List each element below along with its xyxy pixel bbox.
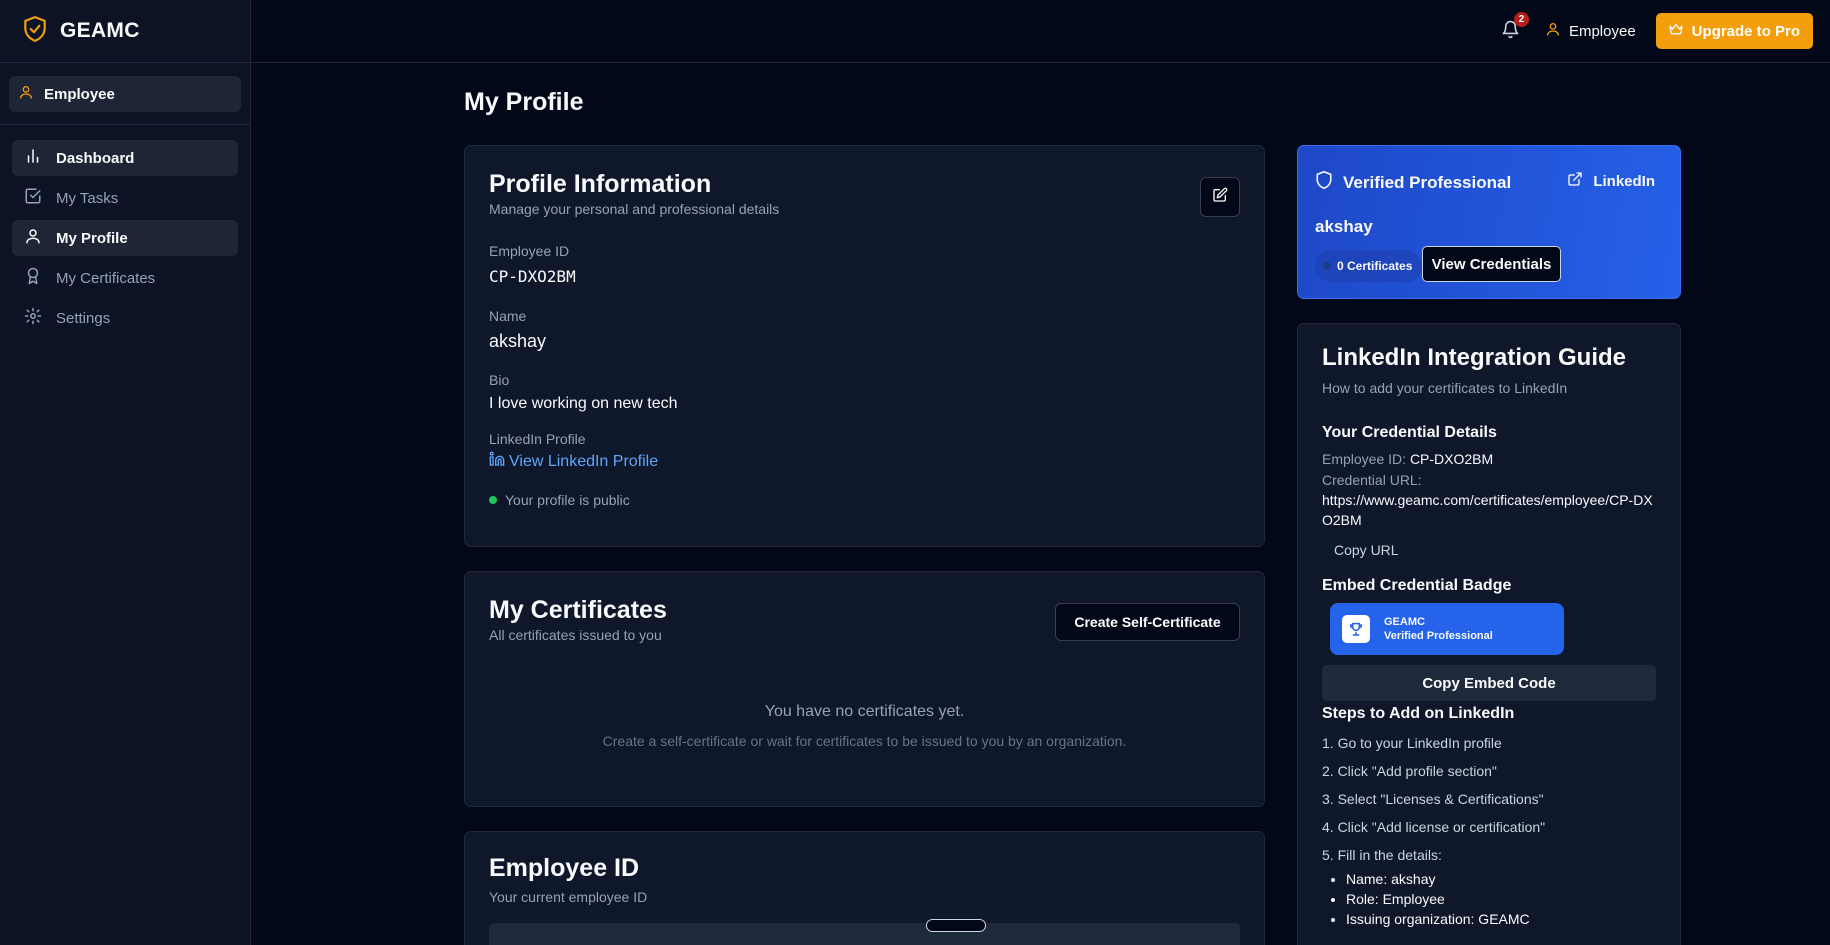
empty-description: Create a self-certificate or wait for ce… bbox=[602, 733, 1127, 749]
guide-title: LinkedIn Integration Guide bbox=[1322, 344, 1627, 371]
badge-org: GEAMC bbox=[1384, 616, 1425, 628]
sidebar-item-label: Dashboard bbox=[56, 149, 135, 167]
employee-id-box bbox=[489, 923, 1240, 945]
embed-badge-preview[interactable]: GEAMC Verified Professional bbox=[1330, 603, 1564, 655]
shield-check-icon bbox=[22, 15, 48, 47]
employee-id-label: Employee ID bbox=[489, 243, 570, 259]
shield-icon bbox=[1315, 170, 1333, 195]
sidebar-item-label: My Profile bbox=[56, 229, 128, 247]
detail-item: Issuing organization: GEAMC bbox=[1346, 909, 1656, 929]
badge-dot bbox=[1323, 262, 1331, 270]
copy-url-button[interactable]: Copy URL bbox=[1334, 542, 1656, 558]
sidebar-item-dashboard[interactable]: Dashboard bbox=[12, 140, 238, 176]
embed-badge-heading: Embed Credential Badge bbox=[1322, 577, 1512, 594]
scroll-indicator[interactable] bbox=[926, 919, 986, 932]
sidebar-item-label: My Certificates bbox=[56, 269, 156, 287]
crown-icon bbox=[1668, 21, 1684, 41]
bar-chart-icon bbox=[24, 147, 42, 169]
verified-professional-card: Verified Professional LinkedIn akshay 0 … bbox=[1297, 145, 1681, 299]
badge-text: Verified Professional bbox=[1384, 630, 1493, 642]
credential-url-value: https://www.geamc.com/certificates/emplo… bbox=[1322, 492, 1653, 528]
profile-title: Profile Information bbox=[489, 170, 712, 198]
sidebar: GEAMC Employee Dashboard My Tasks My Pro… bbox=[0, 0, 251, 945]
sidebar-item-settings[interactable]: Settings bbox=[12, 300, 238, 336]
credential-url-label: Credential URL: bbox=[1322, 472, 1422, 488]
sidebar-item-my-tasks[interactable]: My Tasks bbox=[12, 180, 238, 216]
edit-profile-button[interactable] bbox=[1200, 177, 1240, 217]
steps-heading: Steps to Add on LinkedIn bbox=[1322, 705, 1515, 722]
award-icon bbox=[24, 267, 42, 289]
credential-details-heading: Your Credential Details bbox=[1322, 424, 1497, 441]
step-item: 3. Select "Licenses & Certifications" bbox=[1322, 791, 1544, 807]
checkbox-icon bbox=[24, 187, 42, 209]
view-credentials-button[interactable]: View Credentials bbox=[1422, 246, 1561, 282]
sidebar-item-my-profile[interactable]: My Profile bbox=[12, 220, 238, 256]
name-label: Name bbox=[489, 308, 527, 324]
name-value: akshay bbox=[489, 331, 547, 351]
bio-label: Bio bbox=[489, 372, 510, 388]
brand-name: GEAMC bbox=[60, 19, 140, 42]
profile-card: Profile Information Manage your personal… bbox=[464, 145, 1265, 547]
notifications-button[interactable]: 2 bbox=[1499, 12, 1529, 43]
upgrade-button[interactable]: Upgrade to Pro bbox=[1655, 13, 1813, 49]
guide-employee-id-label: Employee ID: bbox=[1322, 451, 1407, 467]
details-list: Name: akshay Role: Employee Issuing orga… bbox=[1322, 869, 1656, 929]
user-icon bbox=[1545, 21, 1561, 41]
status-dot bbox=[489, 496, 497, 504]
step-item: 5. Fill in the details: bbox=[1322, 847, 1442, 863]
upgrade-label: Upgrade to Pro bbox=[1691, 22, 1800, 40]
user-label: Employee bbox=[1568, 22, 1636, 40]
role-switcher[interactable]: Employee bbox=[9, 76, 241, 112]
trophy-icon bbox=[1342, 615, 1370, 643]
verified-name: akshay bbox=[1315, 217, 1373, 236]
employee-id-card: Employee ID Your current employee ID bbox=[464, 831, 1265, 945]
public-status: Your profile is public bbox=[489, 492, 1240, 508]
linkedin-link-text: View LinkedIn Profile bbox=[509, 452, 659, 470]
empty-title: You have no certificates yet. bbox=[764, 703, 965, 720]
guide-subtitle: How to add your certificates to LinkedIn bbox=[1322, 380, 1568, 396]
employee-id-card-title: Employee ID bbox=[489, 854, 640, 882]
public-status-text: Your profile is public bbox=[505, 492, 630, 508]
sidebar-item-label: My Tasks bbox=[56, 189, 119, 207]
step-item: 4. Click "Add license or certification" bbox=[1322, 819, 1546, 835]
user-icon bbox=[18, 84, 34, 104]
verified-header: Verified Professional bbox=[1315, 170, 1511, 195]
step-item: 1. Go to your LinkedIn profile bbox=[1322, 735, 1502, 751]
guide-employee-id-value: CP-DXO2BM bbox=[1409, 451, 1494, 467]
sidebar-item-label: Settings bbox=[56, 309, 111, 327]
employee-id-card-subtitle: Your current employee ID bbox=[489, 889, 648, 905]
employee-id-value: CP-DXO2BM bbox=[489, 267, 576, 286]
user-menu[interactable]: Employee bbox=[1545, 21, 1636, 41]
page-title: My Profile bbox=[464, 88, 584, 116]
user-icon bbox=[24, 227, 42, 249]
bio-value: I love working on new tech bbox=[489, 395, 678, 412]
brand[interactable]: GEAMC bbox=[0, 0, 250, 63]
linkedin-profile-link[interactable]: View LinkedIn Profile bbox=[489, 451, 1240, 472]
steps-list: 1. Go to your LinkedIn profile 2. Click … bbox=[1322, 729, 1656, 869]
certificates-count-badge: 0 Certificates bbox=[1315, 250, 1423, 282]
certificates-count: 0 Certificates bbox=[1337, 259, 1413, 273]
role-label: Employee bbox=[44, 85, 115, 103]
sidebar-nav: Dashboard My Tasks My Profile My Certifi… bbox=[0, 125, 250, 336]
certificates-card: My Certificates All certificates issued … bbox=[464, 571, 1265, 807]
profile-subtitle: Manage your personal and professional de… bbox=[489, 201, 780, 217]
gear-icon bbox=[24, 307, 42, 329]
edit-icon bbox=[1212, 187, 1228, 207]
topbar: 2 Employee Upgrade to Pro bbox=[251, 0, 1830, 63]
guide-employee-id: Employee ID: CP-DXO2BM bbox=[1322, 451, 1656, 467]
verified-linkedin-link[interactable]: LinkedIn bbox=[1567, 171, 1655, 191]
verified-title: Verified Professional bbox=[1343, 172, 1512, 192]
detail-item: Name: akshay bbox=[1346, 869, 1656, 889]
verified-linkedin-label: LinkedIn bbox=[1593, 172, 1655, 190]
step-item: 2. Click "Add profile section" bbox=[1322, 763, 1497, 779]
linkedin-guide-card: LinkedIn Integration Guide How to add yo… bbox=[1297, 323, 1681, 945]
linkedin-icon bbox=[489, 451, 505, 472]
notification-badge: 2 bbox=[1513, 12, 1529, 27]
sidebar-item-my-certificates[interactable]: My Certificates bbox=[12, 260, 238, 296]
copy-embed-code-button[interactable]: Copy Embed Code bbox=[1322, 665, 1656, 701]
detail-item: Role: Employee bbox=[1346, 889, 1656, 909]
linkedin-label: LinkedIn Profile bbox=[489, 431, 586, 447]
create-self-certificate-button[interactable]: Create Self-Certificate bbox=[1055, 603, 1240, 641]
external-link-icon bbox=[1567, 171, 1583, 191]
